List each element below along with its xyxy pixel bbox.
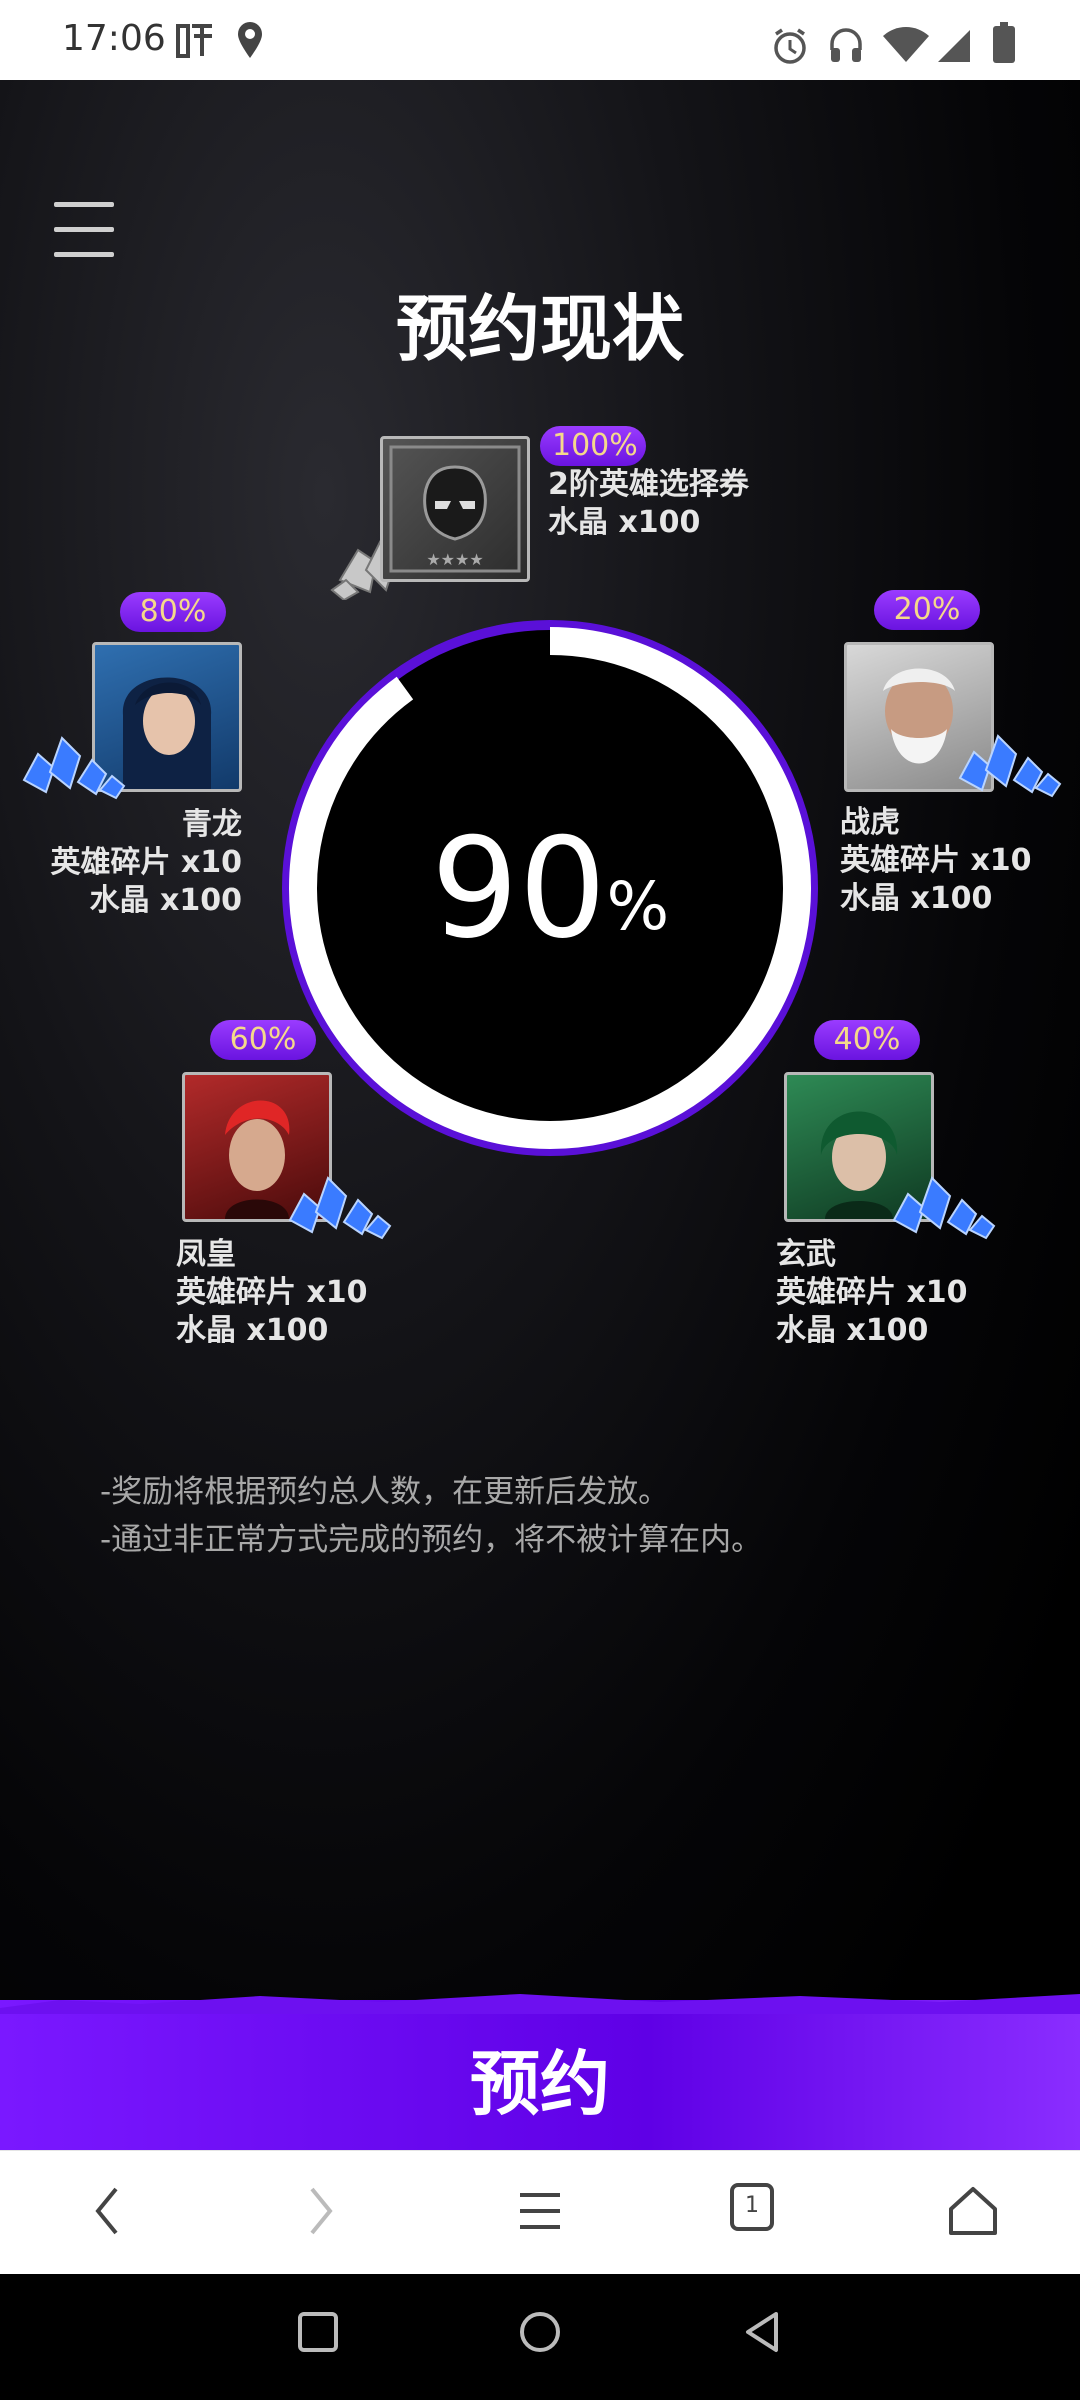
top-reward-badge: 100% (540, 426, 646, 466)
hero-crystal-qinglong: 水晶 x100 (89, 883, 242, 918)
system-nav-bar (0, 2274, 1080, 2400)
back-triangle-icon[interactable] (740, 2310, 784, 2354)
crystal-cluster-zhanhu (958, 734, 1062, 798)
menu-icon[interactable] (516, 2183, 564, 2239)
hero-reward-qinglong: 青龙 英雄碎片 x10 水晶 x100 (50, 806, 242, 920)
status-time: 17:06 (62, 18, 166, 59)
hero-shards-xuanwu: 英雄碎片 x10 (776, 1275, 968, 1310)
hero-badge-qinglong: 80% (120, 592, 226, 632)
browser-toolbar: 1 (0, 2150, 1080, 2275)
forward-icon[interactable] (304, 2183, 338, 2239)
crystal-cluster-qinglong (22, 736, 126, 800)
hero-name-xuanwu: 玄武 (776, 1237, 836, 1272)
top-reward-line1: 2阶英雄选择券 (548, 467, 749, 502)
page-title: 预约现状 (395, 287, 684, 371)
headset-icon (830, 28, 862, 62)
svg-text:★★★★: ★★★★ (426, 550, 483, 569)
hero-badge-xuanwu: 40% (814, 1020, 920, 1060)
tab-count: 1 (745, 2193, 759, 2218)
top-reward-line2: 水晶 x100 (548, 505, 701, 540)
crystal-cluster-fenghuang (288, 1176, 392, 1240)
hero-reward-xuanwu: 玄武 英雄碎片 x10 水晶 x100 (776, 1236, 968, 1350)
hero-badge-zhanhu: 20% (874, 590, 980, 630)
hero-name-zhanhu: 战虎 (840, 805, 900, 840)
progress-number: 90 (430, 807, 607, 969)
alarm-icon (774, 28, 806, 64)
recents-icon[interactable] (296, 2310, 340, 2354)
reserve-button[interactable]: 预约 (0, 1994, 1080, 2150)
top-reward-text: 2阶英雄选择券 水晶 x100 (548, 466, 749, 542)
hero-name-fenghuang: 凤皇 (176, 1237, 236, 1272)
hero-crystal-zhanhu: 水晶 x100 (840, 881, 993, 916)
battery-icon (993, 22, 1015, 63)
hamburger-menu-icon[interactable] (54, 202, 114, 260)
listen-app-icon (176, 24, 212, 58)
signal-icon (938, 30, 970, 62)
home-icon[interactable] (946, 2183, 1000, 2239)
hero-badge-fenghuang: 60% (210, 1020, 316, 1060)
home-circle-icon[interactable] (518, 2310, 562, 2354)
hero-shards-fenghuang: 英雄碎片 x10 (176, 1275, 368, 1310)
back-icon[interactable] (90, 2183, 124, 2239)
hero-shards-qinglong: 英雄碎片 x10 (50, 845, 242, 880)
top-reward-ticket-image: ★★★★ (380, 436, 530, 582)
brush-edge-decoration (0, 1994, 1080, 2014)
hero-name-qinglong: 青龙 (182, 807, 242, 842)
progress-ring: 90 % (270, 608, 830, 1168)
hero-crystal-fenghuang: 水晶 x100 (176, 1313, 329, 1348)
hero-reward-zhanhu: 战虎 英雄碎片 x10 水晶 x100 (840, 804, 1032, 918)
location-pin-icon (238, 22, 262, 58)
reserve-button-label: 预约 (470, 2043, 610, 2125)
progress-unit: % (606, 867, 670, 945)
note-line: -通过非正常方式完成的预约，将不被计算在内。 (100, 1522, 763, 1558)
note-line: -奖励将根据预约总人数，在更新后发放。 (100, 1474, 670, 1510)
hero-crystal-xuanwu: 水晶 x100 (776, 1313, 929, 1348)
hero-reward-fenghuang: 凤皇 英雄碎片 x10 水晶 x100 (176, 1236, 368, 1350)
progress-value: 90 % (270, 608, 830, 1168)
crystal-cluster-xuanwu (892, 1176, 996, 1240)
hero-shards-zhanhu: 英雄碎片 x10 (840, 843, 1032, 878)
notes: -奖励将根据预约总人数，在更新后发放。 -通过非正常方式完成的预约，将不被计算在… (100, 1468, 762, 1564)
status-bar: 17:06 (0, 0, 1080, 80)
tabs-icon[interactable]: 1 (728, 2181, 776, 2237)
wifi-icon (883, 27, 929, 62)
